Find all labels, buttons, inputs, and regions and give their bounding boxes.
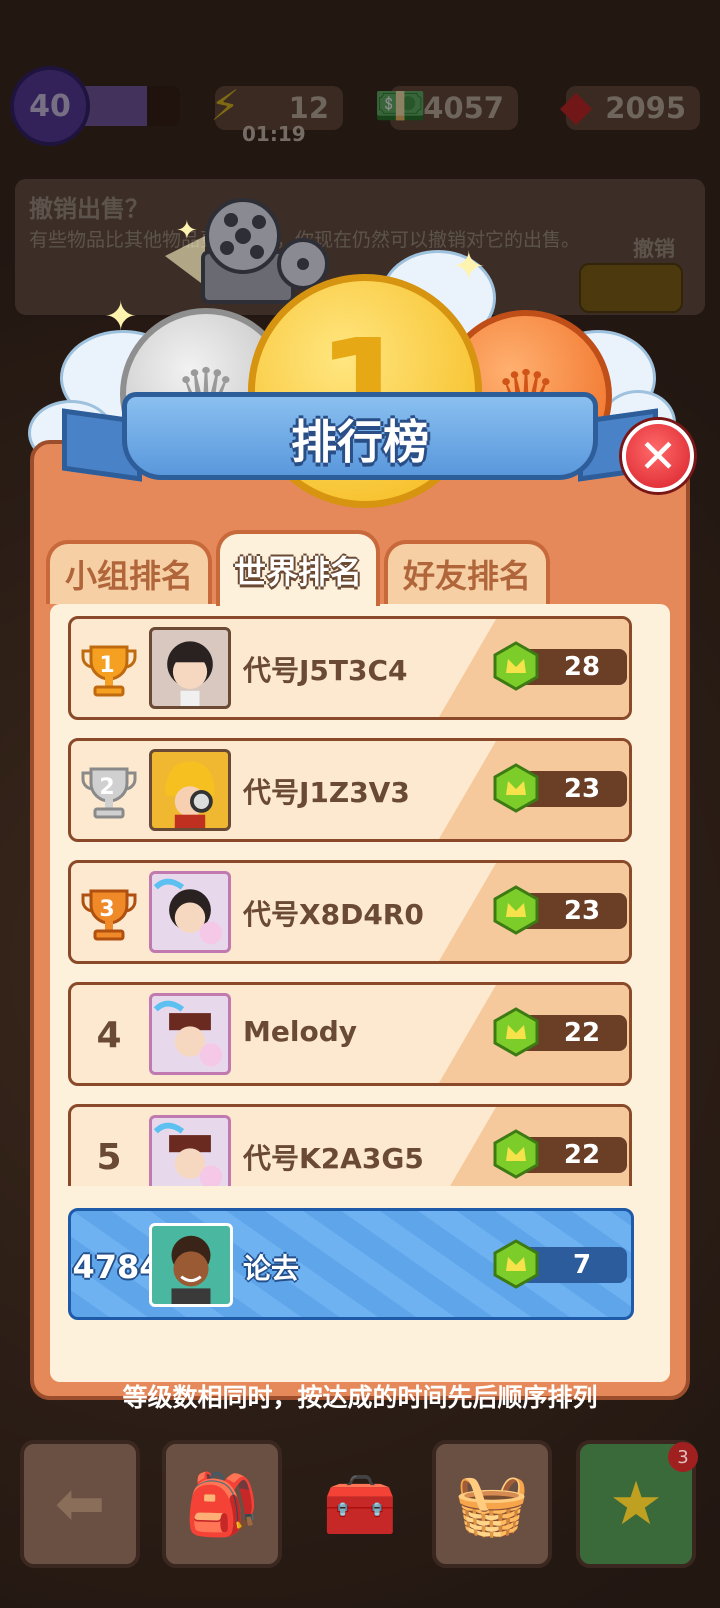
- crown-hex-icon: [493, 885, 539, 935]
- backpack-button[interactable]: 🎒: [162, 1440, 282, 1568]
- ranking-footnote: 等级数相同时，按达成的时间先后顺序排列: [122, 1383, 598, 1412]
- ranking-row[interactable]: 3 代号X8D4R0 23: [68, 860, 632, 964]
- avatar[interactable]: [149, 993, 231, 1075]
- avatar[interactable]: [149, 871, 231, 953]
- player-name: 代号K2A3G5: [243, 1142, 424, 1175]
- sparkle-icon: ✦: [104, 294, 138, 340]
- avatar[interactable]: [149, 1115, 231, 1186]
- crown-hex-icon: [493, 1239, 539, 1289]
- rank-number: 4: [96, 1014, 122, 1056]
- rank-number: 3: [99, 896, 115, 922]
- rank-number: 2: [99, 774, 115, 800]
- player-name: 代号J1Z3V3: [243, 776, 410, 809]
- crown-hex-icon: [493, 1129, 539, 1179]
- basket-icon: 🧺: [454, 1469, 530, 1540]
- my-player-name: 论去: [243, 1252, 300, 1285]
- star-button[interactable]: ★ 3: [576, 1440, 698, 1568]
- my-ranking-row[interactable]: 4784 论去 7: [68, 1208, 634, 1320]
- ranking-row[interactable]: 2 代号J1Z3V3 23: [68, 738, 632, 842]
- crown-hex-icon: [493, 1007, 539, 1057]
- ranking-row[interactable]: 1 代号J5T3C4 28: [68, 616, 632, 720]
- leaderboard-title: 排行榜: [291, 415, 429, 469]
- basket-button[interactable]: 🧺: [432, 1440, 552, 1568]
- crown-hex-icon: [493, 641, 539, 691]
- ranking-row[interactable]: 5 代号K2A3G5 22: [68, 1104, 632, 1186]
- ranking-list[interactable]: 1 代号J5T3C4 28 2 代号J1Z3V3 23 3 代号X8D4R0 2…: [58, 608, 662, 1186]
- avatar[interactable]: [149, 627, 231, 709]
- tab-world-ranking[interactable]: 世界排名: [216, 530, 380, 606]
- tab-friends-ranking[interactable]: 好友排名: [384, 540, 550, 604]
- close-icon: ✕: [638, 429, 678, 483]
- sparkle-icon: ✦: [176, 216, 198, 246]
- ranking-row[interactable]: 4 Melody 22: [68, 982, 632, 1086]
- rank-number: 5: [96, 1136, 122, 1178]
- crown-hex-icon: [493, 763, 539, 813]
- star-badge: 3: [668, 1442, 698, 1472]
- toolbox-button[interactable]: 🧰: [300, 1440, 420, 1568]
- title-ribbon: 排行榜: [62, 392, 658, 488]
- backpack-icon: 🎒: [184, 1469, 260, 1540]
- player-name: 代号X8D4R0: [243, 898, 424, 931]
- close-button[interactable]: ✕: [622, 420, 694, 492]
- player-name: 代号J5T3C4: [243, 654, 408, 687]
- rank-number: 1: [99, 652, 115, 678]
- back-button[interactable]: ⬅: [20, 1440, 140, 1568]
- arrow-left-icon: ⬅: [54, 1469, 106, 1539]
- avatar[interactable]: [149, 749, 231, 831]
- tab-group-ranking[interactable]: 小组排名: [46, 540, 212, 604]
- toolbox-icon: 🧰: [322, 1469, 398, 1540]
- sparkle-icon: ✦: [452, 244, 486, 290]
- player-name: Melody: [243, 1015, 357, 1048]
- star-icon: ★: [609, 1469, 663, 1539]
- my-avatar[interactable]: [149, 1223, 233, 1307]
